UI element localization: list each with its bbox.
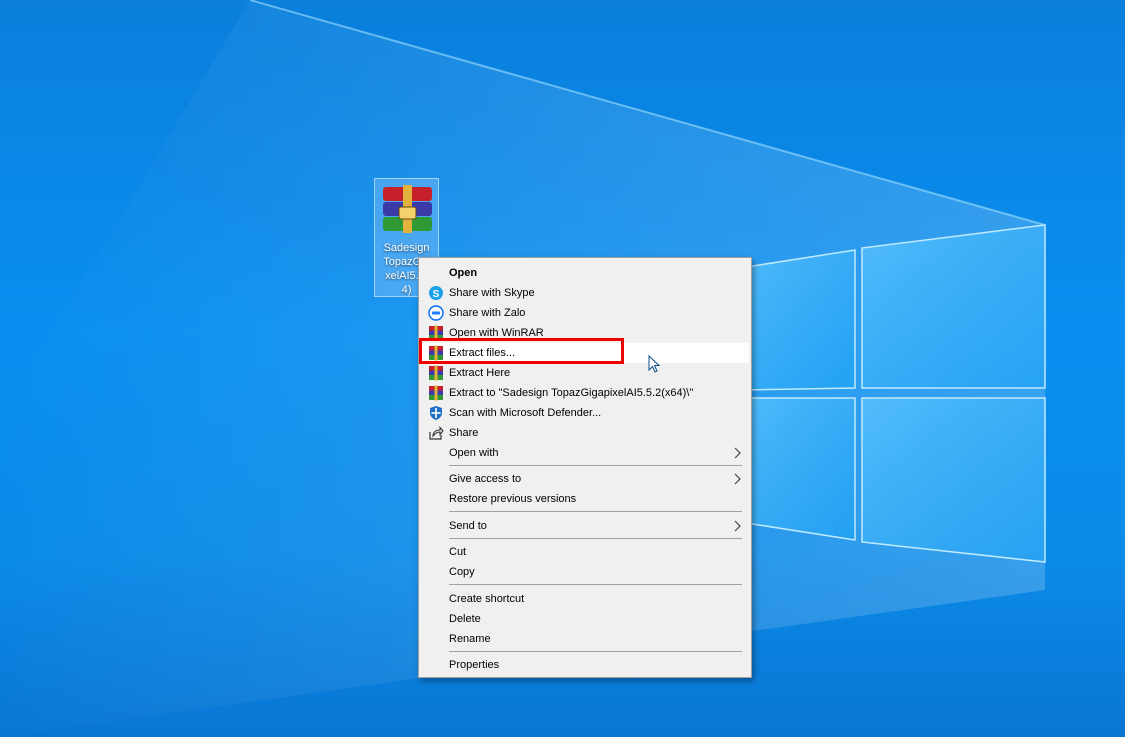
context-menu: Open S Share with Skype Share with Zalo bbox=[418, 257, 752, 678]
menu-item-send-to[interactable]: Send to bbox=[421, 516, 749, 536]
menu-item-label: Rename bbox=[449, 633, 491, 645]
menu-separator bbox=[449, 538, 742, 539]
winrar-icon bbox=[429, 365, 443, 381]
menu-item-share-zalo[interactable]: Share with Zalo bbox=[421, 303, 749, 323]
desktop: Sadesign TopazGig xelAI5.5. 4) Open S Sh… bbox=[0, 0, 1125, 737]
menu-item-label: Cut bbox=[449, 546, 467, 558]
menu-item-give-access[interactable]: Give access to bbox=[421, 469, 749, 489]
menu-item-label: Properties bbox=[449, 659, 500, 671]
menu-item-rename[interactable]: Rename bbox=[421, 629, 749, 649]
menu-item-label: Share with Skype bbox=[449, 287, 535, 299]
annotation-highlight-box bbox=[419, 338, 624, 364]
menu-item-label: Restore previous versions bbox=[449, 493, 577, 505]
svg-text:S: S bbox=[433, 289, 440, 300]
menu-separator bbox=[449, 511, 742, 512]
menu-item-label: Share with Zalo bbox=[449, 307, 526, 319]
menu-item-open-with[interactable]: Open with bbox=[421, 443, 749, 463]
menu-item-create-shortcut[interactable]: Create shortcut bbox=[421, 589, 749, 609]
skype-icon: S bbox=[429, 286, 443, 300]
menu-item-label: Share bbox=[449, 427, 479, 439]
winrar-archive-icon bbox=[383, 185, 432, 233]
menu-item-copy[interactable]: Copy bbox=[421, 562, 749, 582]
menu-item-scan-defender[interactable]: Scan with Microsoft Defender... bbox=[421, 403, 749, 423]
winrar-icon bbox=[429, 385, 443, 401]
chevron-right-icon bbox=[734, 447, 741, 459]
menu-item-open[interactable]: Open bbox=[421, 263, 749, 283]
menu-item-extract-here[interactable]: Extract Here bbox=[421, 363, 749, 383]
menu-item-label: Give access to bbox=[449, 473, 522, 485]
share-icon bbox=[429, 426, 444, 440]
menu-item-share[interactable]: Share bbox=[421, 423, 749, 443]
menu-item-extract-to-folder[interactable]: Extract to "Sadesign TopazGigapixelAI5.5… bbox=[421, 383, 749, 403]
mouse-cursor-icon bbox=[648, 355, 661, 373]
chevron-right-icon bbox=[734, 520, 741, 532]
menu-separator bbox=[449, 465, 742, 466]
menu-separator bbox=[449, 584, 742, 585]
menu-item-label: Send to bbox=[449, 520, 487, 532]
menu-item-properties[interactable]: Properties bbox=[421, 655, 749, 675]
menu-item-label: Delete bbox=[449, 613, 481, 625]
menu-item-label: Scan with Microsoft Defender... bbox=[449, 407, 602, 419]
chevron-right-icon bbox=[734, 473, 741, 485]
menu-item-delete[interactable]: Delete bbox=[421, 609, 749, 629]
menu-item-label: Copy bbox=[449, 566, 475, 578]
zalo-icon bbox=[428, 305, 444, 321]
menu-item-label: Extract Here bbox=[449, 367, 511, 379]
label-line: Sadesign bbox=[383, 242, 430, 254]
menu-item-restore-versions[interactable]: Restore previous versions bbox=[421, 489, 749, 509]
menu-item-share-skype[interactable]: S Share with Skype bbox=[421, 283, 749, 303]
menu-item-label: Extract to "Sadesign TopazGigapixelAI5.5… bbox=[449, 387, 694, 399]
menu-item-label: Create shortcut bbox=[449, 593, 525, 605]
menu-item-cut[interactable]: Cut bbox=[421, 542, 749, 562]
defender-shield-icon bbox=[430, 406, 442, 420]
menu-item-label: Open with bbox=[449, 447, 499, 459]
menu-item-label: Open bbox=[449, 267, 478, 279]
menu-separator bbox=[449, 651, 742, 652]
